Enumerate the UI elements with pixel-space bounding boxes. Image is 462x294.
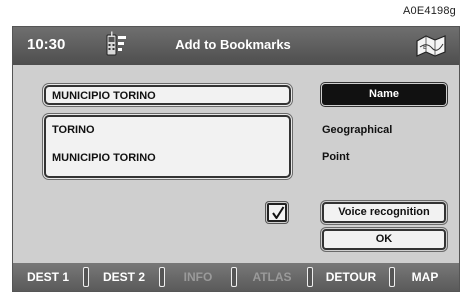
geographical-label: Geographical [322, 124, 393, 136]
address-point: MUNICIPIO TORINO [52, 152, 156, 164]
softkey-bar: DEST 1 DEST 2 INFO ATLAS DETOUR MAP [13, 263, 459, 291]
nav-screen: 10:30 Add to Bookmarks E MUNICIPIO TORIN… [12, 26, 460, 292]
softkey-map[interactable]: MAP [395, 263, 455, 291]
name-button[interactable]: Name [322, 84, 446, 105]
clock: 10:30 [27, 36, 66, 53]
point-label: Point [322, 151, 350, 163]
softkey-info: INFO [183, 270, 213, 284]
softkey-dest1[interactable]: DEST 1 [13, 263, 83, 291]
voice-checkbox[interactable] [267, 203, 287, 222]
check-icon [272, 206, 285, 219]
address-box: TORINO MUNICIPIO TORINO [44, 115, 291, 178]
svg-text:E: E [423, 44, 427, 51]
map-icon[interactable]: E [413, 32, 449, 60]
bookmark-name-field[interactable]: MUNICIPIO TORINO [44, 85, 291, 105]
ok-button[interactable]: OK [322, 229, 446, 250]
title-bar: 10:30 Add to Bookmarks E [13, 27, 459, 65]
page-title: Add to Bookmarks [175, 37, 291, 52]
voice-recognition-button[interactable]: Voice recognition [322, 202, 446, 223]
softkey-dest2[interactable]: DEST 2 [89, 263, 159, 291]
phone-icon [105, 31, 127, 59]
softkey-atlas: ATLAS [252, 270, 292, 284]
softkey-detour[interactable]: DETOUR [313, 263, 389, 291]
figure-reference: A0E4198g [403, 5, 456, 17]
address-city: TORINO [52, 124, 95, 136]
